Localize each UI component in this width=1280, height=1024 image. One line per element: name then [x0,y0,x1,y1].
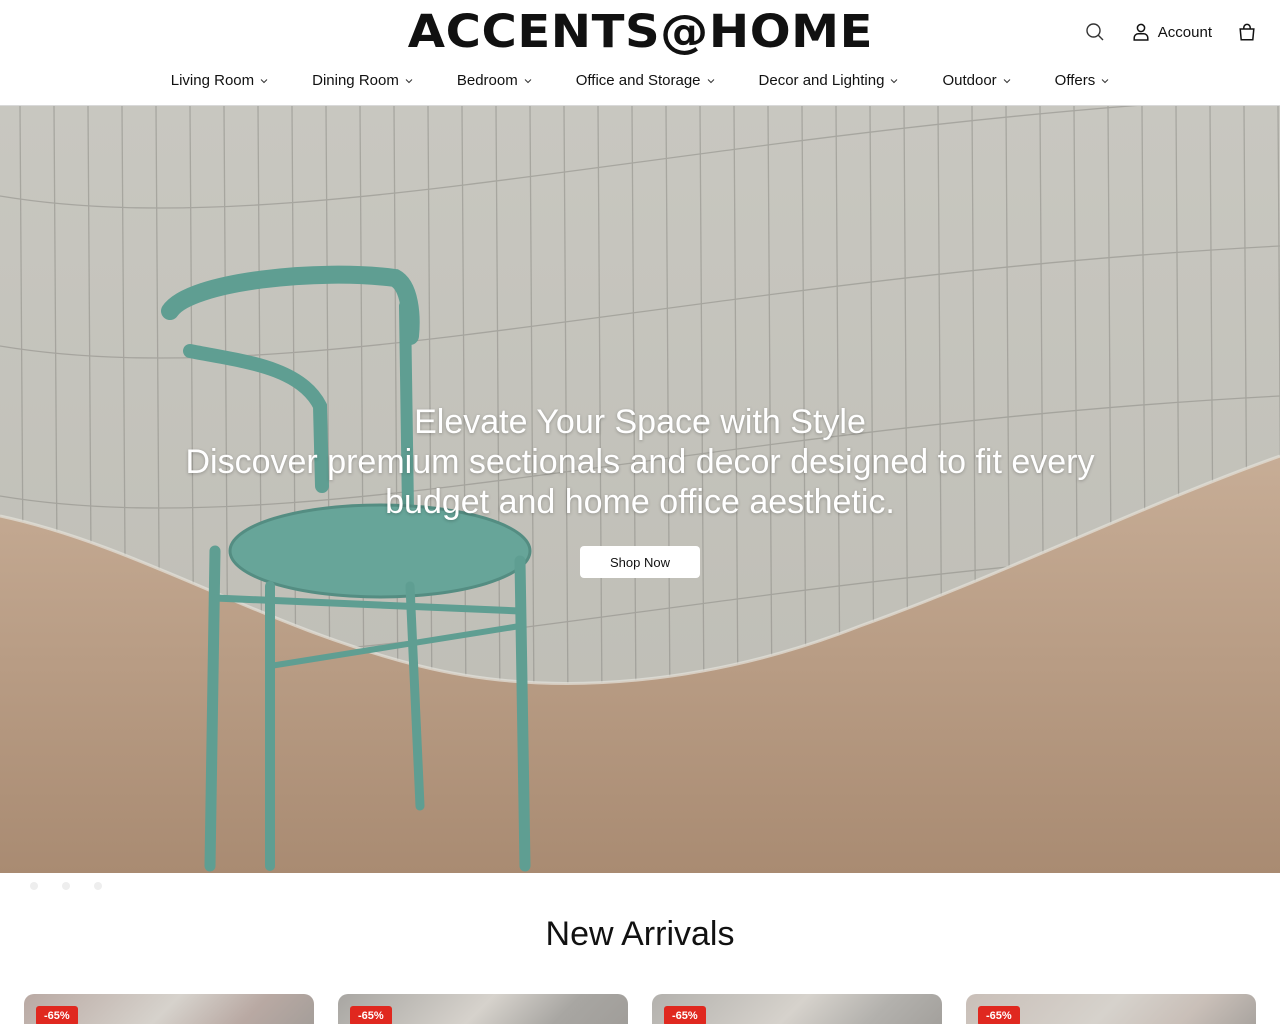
chevron-down-icon [1101,79,1109,84]
nav-item-label: Decor and Lighting [758,72,885,89]
nav-item-bedroom[interactable]: Bedroom [457,72,532,89]
account-link[interactable]: Account [1133,23,1212,41]
sale-badge: -65% [664,1006,706,1024]
nav-item-label: Office and Storage [575,72,701,89]
nav-item-outdoor[interactable]: Outdoor [942,72,1011,89]
cart-button[interactable] [1238,23,1256,41]
sale-badge: -65% [350,1006,392,1024]
slide-dot[interactable] [62,882,70,890]
nav-item-living-room[interactable]: Living Room [171,72,268,89]
nav-item-offers[interactable]: Offers [1055,72,1110,89]
shopping-bag-icon [1239,23,1255,41]
chevron-down-icon [707,79,714,84]
search-icon [1086,23,1104,41]
product-card[interactable]: -65% [966,994,1256,1024]
chevron-down-icon [891,79,898,84]
hero-banner: Elevate Your Space with Style Discover p… [0,106,1280,873]
user-icon [1133,23,1149,41]
nav-item-decor-and-lighting[interactable]: Decor and Lighting [759,72,899,89]
account-label: Account [1157,23,1212,41]
nav-item-label: Outdoor [942,72,997,89]
header-actions: Account [1085,18,1256,46]
product-grid: -65% -65% -65% -65% [24,994,1256,1024]
chevron-down-icon [405,79,413,84]
sale-badge: -65% [978,1006,1020,1024]
nav-item-label: Dining Room [312,72,399,89]
chevron-down-icon [1003,79,1011,84]
slideshow-dots [30,882,126,890]
site-header: ACCENTS@HOME Account Living Room Dining R… [0,0,1280,106]
slide-dot[interactable] [30,882,38,890]
new-arrivals-heading: New Arrivals [545,915,735,953]
hero-copy: Elevate Your Space with Style Discover p… [0,402,1280,522]
shop-now-button[interactable]: Shop Now [580,546,700,578]
chevron-down-icon [524,79,532,84]
nav-item-label: Living Room [170,72,255,89]
product-card[interactable]: -65% [652,994,942,1024]
main-navigation: Living Room Dining Room Bedroom Office and … [0,72,1280,89]
sale-badge: -65% [36,1006,78,1024]
search-button[interactable] [1085,22,1105,42]
slide-dot[interactable] [94,882,102,890]
nav-item-dining-room[interactable]: Dining Room [312,72,413,89]
hero-title: Elevate Your Space with Style [414,403,866,441]
product-card[interactable]: -65% [338,994,628,1024]
hero-subtitle: Discover premium sectionals and decor de… [185,443,1095,521]
product-card[interactable]: -65% [24,994,314,1024]
nav-item-office-and-storage[interactable]: Office and Storage [576,72,715,89]
chevron-down-icon [260,79,268,84]
nav-item-label: Offers [1054,72,1096,89]
nav-item-label: Bedroom [456,72,518,89]
